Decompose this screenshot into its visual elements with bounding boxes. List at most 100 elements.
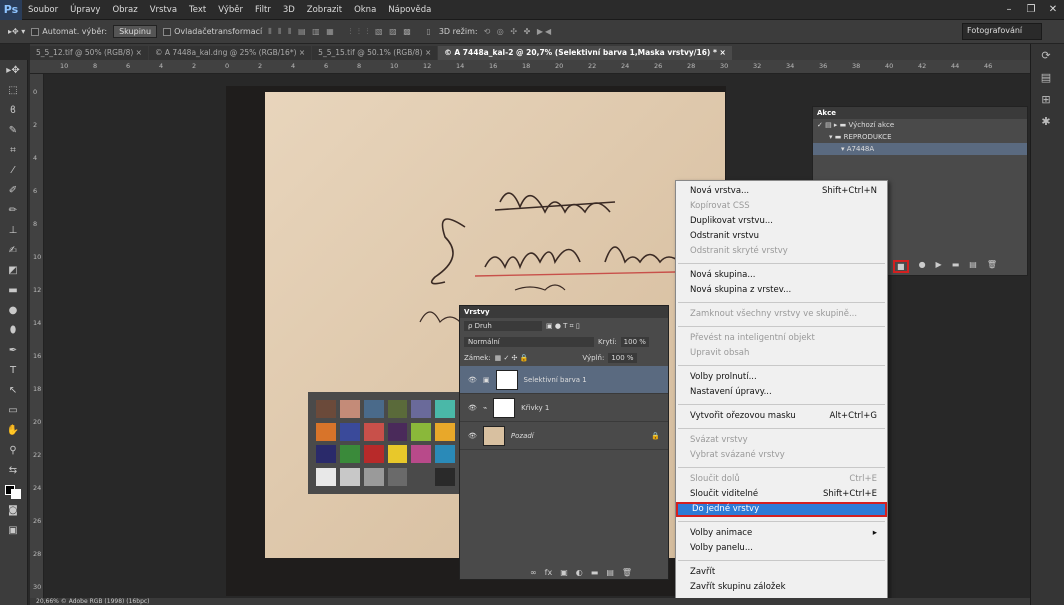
context-menu-item[interactable]: Odstranit skryté vrstvy xyxy=(676,244,887,259)
opacity-input[interactable]: 100 % xyxy=(620,337,649,347)
context-menu-item[interactable]: Nová skupina z vrstev... xyxy=(676,283,887,298)
marquee-tool-icon[interactable]: ⬚ xyxy=(0,80,26,100)
document-tab[interactable]: © A 7448a_kal.dng @ 25% (RGB/16*) × xyxy=(148,46,312,60)
path-select-icon[interactable]: ↖ xyxy=(0,380,26,400)
history-brush-icon[interactable]: ✍ xyxy=(0,240,26,260)
new-group-icon[interactable]: ▬ xyxy=(591,568,599,577)
type-tool-icon[interactable]: T xyxy=(0,360,26,380)
align-icons[interactable]: ⫴ ⫴ ⫴ ▤ ▥ ▦ ⫶ ⫶ ⫶ ▧ ▨ ▩ ▯ xyxy=(268,27,433,37)
shape-tool-icon[interactable]: ▭ xyxy=(0,400,26,420)
menu-item[interactable]: Text xyxy=(183,0,212,20)
menu-item[interactable]: Zobrazit xyxy=(301,0,348,20)
layer-row[interactable]: 👁 Pozadí 🔒 xyxy=(460,422,668,450)
layer-row[interactable]: 👁 ⌁ Křivky 1 xyxy=(460,394,668,422)
context-menu-item[interactable]: Nová skupina... xyxy=(676,268,887,283)
quick-select-icon[interactable]: ✎ xyxy=(0,120,26,140)
fill-input[interactable]: 100 % xyxy=(608,353,637,363)
history-icon[interactable]: ⟳ xyxy=(1031,44,1061,66)
brush-tool-icon[interactable]: ✏ xyxy=(0,200,26,220)
add-mask-icon[interactable]: ▣ xyxy=(560,568,568,577)
restore-button[interactable]: ❐ xyxy=(1020,0,1042,18)
document-tab[interactable]: © A 7448a_kal-2 @ 20,7% (Selektivní barv… xyxy=(438,46,732,60)
filter-icons[interactable]: ▣ ● T ⌗ ▯ xyxy=(546,322,580,331)
context-menu-item[interactable]: Sloučit viditelné Shift+Ctrl+E xyxy=(676,487,887,502)
context-menu-item[interactable]: Vytvořit ořezovou masku Alt+Ctrl+G xyxy=(676,409,887,424)
properties-icon[interactable]: ⊞ xyxy=(1031,88,1061,110)
document-tab[interactable]: 5_5_12.tif @ 50% (RGB/8) × xyxy=(30,46,148,60)
eyedropper-icon[interactable]: ⁄ xyxy=(0,160,26,180)
move-tool-icon[interactable]: ▸✥ ▾ xyxy=(8,27,25,36)
layer-filter-select[interactable]: ρ Druh xyxy=(464,321,542,331)
context-menu-item[interactable]: Převést na inteligentní objekt xyxy=(676,331,887,346)
close-button[interactable]: ✕ xyxy=(1042,0,1064,18)
zoom-tool-icon[interactable]: ⚲ xyxy=(0,440,26,460)
eraser-icon[interactable]: ◩ xyxy=(0,260,26,280)
gradient-icon[interactable]: ▬ xyxy=(0,280,26,300)
screen-mode-icon[interactable]: ▣ xyxy=(0,520,26,540)
visibility-eye-icon[interactable]: 👁 xyxy=(468,432,477,440)
context-menu-item[interactable]: Kopírovat CSS xyxy=(676,199,887,214)
context-menu-item[interactable]: Odstranit vrstvu xyxy=(676,229,887,244)
context-menu-item[interactable]: Volby panelu... xyxy=(676,541,887,556)
move-tool-icon[interactable]: ▸✥ xyxy=(0,60,26,80)
context-menu-item[interactable]: Zavřít skupinu záložek xyxy=(676,580,887,595)
auto-select-checkbox[interactable]: Automat. výběr: xyxy=(31,27,107,36)
transform-checkbox[interactable]: Ovladačetransformací xyxy=(163,27,262,36)
clone-stamp-icon[interactable]: ⊥ xyxy=(0,220,26,240)
info-icon[interactable]: ▤ xyxy=(1031,66,1061,88)
context-menu-item[interactable]: Volby animace ▸ xyxy=(676,526,887,541)
new-set-icon[interactable]: ▬ xyxy=(952,260,960,273)
menu-item[interactable]: Obraz xyxy=(106,0,143,20)
adjustments-icon[interactable]: ✱ xyxy=(1031,110,1061,132)
layer-thumb[interactable] xyxy=(482,425,505,446)
menu-item[interactable]: Úpravy xyxy=(64,0,106,20)
layer-row[interactable]: 👁 ▣ Selektivní barva 1 xyxy=(460,366,668,394)
document-tab[interactable]: 5_5_15.tif @ 50.1% (RGB/8) × xyxy=(312,46,438,60)
visibility-eye-icon[interactable]: 👁 xyxy=(468,376,477,384)
context-menu-item[interactable]: Upravit obsah xyxy=(676,346,887,361)
delete-layer-icon[interactable]: 🗑 xyxy=(622,568,632,577)
context-menu-item[interactable]: Volby prolnutí... xyxy=(676,370,887,385)
blur-icon[interactable]: ● xyxy=(0,300,26,320)
fx-icon[interactable]: fx xyxy=(545,568,553,577)
menu-item[interactable]: Nápověda xyxy=(382,0,437,20)
delete-action-icon[interactable]: 🗑 xyxy=(987,260,997,273)
color-swatch-icon[interactable] xyxy=(0,480,26,500)
crop-tool-icon[interactable]: ⌗ xyxy=(0,140,26,160)
swap-colors-icon[interactable]: ⇆ xyxy=(0,460,26,480)
visibility-eye-icon[interactable]: 👁 xyxy=(468,404,477,412)
workspace-select[interactable]: Fotografování xyxy=(962,23,1042,40)
context-menu-item[interactable]: Zamknout všechny vrstvy ve skupině... xyxy=(676,307,887,322)
context-menu-item[interactable]: Sloučit dolů Ctrl+E xyxy=(676,472,887,487)
minimize-button[interactable]: – xyxy=(998,0,1020,18)
new-layer-icon[interactable]: ▤ xyxy=(606,568,614,577)
healing-brush-icon[interactable]: ✐ xyxy=(0,180,26,200)
context-menu-item[interactable]: Nová vrstva... Shift+Ctrl+N xyxy=(676,184,887,199)
lock-icons[interactable]: ▦ ✓ ✣ 🔒 xyxy=(495,354,529,362)
context-menu-item[interactable]: Nastavení úpravy... xyxy=(676,385,887,400)
action-set-reprodukce[interactable]: ▾ ▬ REPRODUKCE xyxy=(813,131,1027,143)
lasso-tool-icon[interactable]: ϐ xyxy=(0,100,26,120)
menu-item[interactable]: 3D xyxy=(277,0,301,20)
context-menu-item[interactable]: Vybrat svázané vrstvy xyxy=(676,448,887,463)
quick-mask-icon[interactable]: ◙ xyxy=(0,500,26,520)
pen-tool-icon[interactable]: ✒ xyxy=(0,340,26,360)
dodge-icon[interactable]: ⬮ xyxy=(0,320,26,340)
adjustment-layer-icon[interactable]: ◐ xyxy=(576,568,583,577)
menu-item[interactable]: Výběr xyxy=(212,0,249,20)
menu-item[interactable]: Okna xyxy=(348,0,382,20)
record-action-icon[interactable]: ● xyxy=(919,260,926,273)
context-menu-item[interactable]: Do jedné vrstvy xyxy=(676,502,887,517)
menu-item[interactable]: Filtr xyxy=(249,0,277,20)
link-layers-icon[interactable]: ∞ xyxy=(530,568,537,577)
menu-item[interactable]: Vrstva xyxy=(144,0,183,20)
hand-tool-icon[interactable]: ✋ xyxy=(0,420,26,440)
layer-mask-thumb[interactable] xyxy=(495,369,518,390)
3d-tools-icons[interactable]: ⟲ ◎ ✣ ✤ ▶◀ xyxy=(484,27,554,36)
play-action-icon[interactable]: ▶ xyxy=(936,260,942,273)
blend-mode-select[interactable]: Normální xyxy=(464,337,594,347)
group-select[interactable]: Skupinu xyxy=(113,25,158,38)
action-a7448a[interactable]: ▾ A7448A xyxy=(813,143,1027,155)
menu-item[interactable]: Soubor xyxy=(22,0,64,20)
context-menu-item[interactable]: Duplikovat vrstvu... xyxy=(676,214,887,229)
